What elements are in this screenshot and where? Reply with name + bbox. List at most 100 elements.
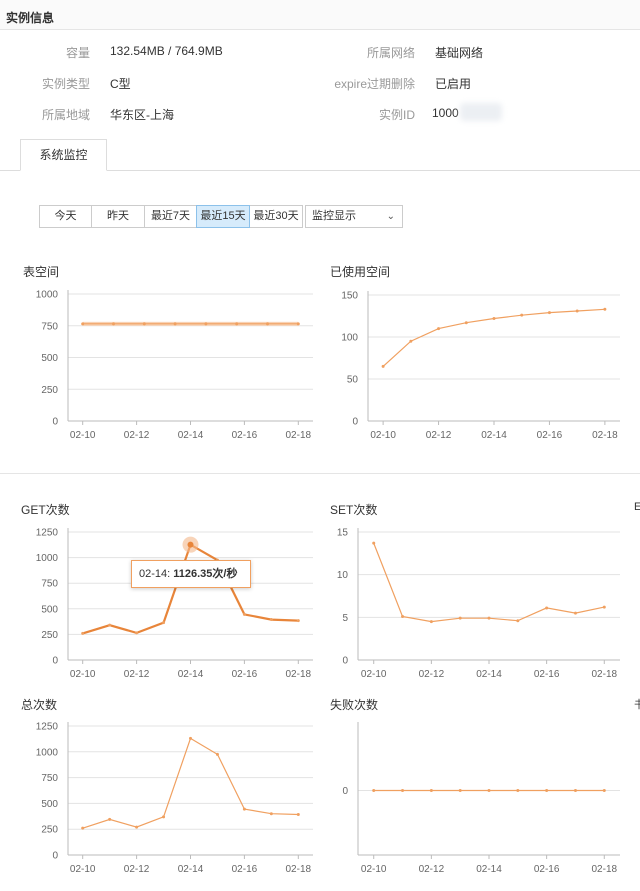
- y-tick-label: 50: [347, 375, 359, 386]
- x-tick-label: 02-18: [286, 864, 312, 875]
- data-point: [520, 313, 524, 317]
- data-point: [296, 322, 300, 326]
- set-count-chart: 0 5 10 15 02-10 02-12 02-14 02-16 02-18: [337, 528, 620, 680]
- x-tick-label: 02-10: [361, 669, 387, 680]
- x-tick-label: 02-12: [124, 669, 150, 680]
- fail-count-chart: 0 02-10 02-12 02-14 02-16 02-18: [342, 722, 620, 875]
- data-point: [108, 817, 112, 821]
- range-30days-button[interactable]: 最近30天: [249, 205, 303, 228]
- monitor-display-select[interactable]: 监控显示 ⌄: [305, 205, 403, 228]
- region-label: 所属地域: [41, 108, 90, 122]
- data-point: [269, 812, 273, 816]
- data-point: [492, 317, 496, 321]
- range-today-button[interactable]: 今天: [39, 205, 92, 228]
- network-value: 基础网络: [435, 46, 484, 60]
- data-point: [135, 631, 139, 635]
- y-tick-label: 0: [52, 417, 58, 428]
- y-tick-label: 0: [342, 786, 348, 797]
- y-tick-label: 15: [337, 528, 349, 539]
- y-tick-label: 1250: [36, 722, 59, 733]
- x-tick-label: 02-18: [286, 669, 312, 680]
- data-point: [603, 307, 607, 311]
- y-tick-label: 1000: [36, 747, 59, 758]
- y-tick-label: 750: [41, 579, 58, 590]
- chart-title-total-count: 总次数: [21, 698, 58, 712]
- x-tick-label: 02-16: [537, 430, 563, 441]
- data-point: [437, 327, 441, 331]
- x-tick-label: 02-16: [232, 669, 258, 680]
- data-point: [108, 623, 112, 627]
- data-point: [602, 789, 606, 792]
- x-tick-label: 02-12: [426, 430, 452, 441]
- y-tick-label: 0: [342, 656, 348, 667]
- data-point: [266, 322, 269, 326]
- x-tick-label: 02-18: [591, 864, 617, 875]
- section-divider: [0, 473, 640, 474]
- x-tick-label: 02-14: [476, 669, 502, 680]
- data-point: [81, 826, 85, 830]
- tab-system-monitor[interactable]: 系统监控: [20, 139, 107, 171]
- series-line: [373, 542, 605, 623]
- y-tick-label: 0: [52, 851, 58, 862]
- chart-title-table-space: 表空间: [23, 265, 60, 279]
- data-point: [458, 789, 462, 792]
- data-point: [429, 789, 433, 792]
- data-point: [204, 322, 208, 326]
- data-point: [296, 813, 300, 817]
- capacity-label: 容量: [65, 46, 90, 60]
- data-point: [487, 789, 491, 792]
- range-15days-button[interactable]: 最近15天: [196, 205, 250, 228]
- chart-title-get-count: GET次数: [21, 503, 70, 517]
- data-point: [573, 611, 577, 615]
- x-tick-label: 02-18: [591, 669, 617, 680]
- range-button-group: 今天 昨天 最近7天 最近15天 最近30天: [39, 205, 303, 228]
- data-point: [401, 789, 405, 792]
- x-tick-label: 02-14: [476, 864, 502, 875]
- x-tick-label: 02-12: [419, 669, 445, 680]
- y-tick-label: 500: [41, 799, 58, 810]
- data-point: [189, 736, 192, 740]
- data-point: [602, 605, 606, 609]
- section-header: 实例信息: [0, 0, 640, 30]
- clipped-chart-title-edge-2: 书: [634, 699, 640, 711]
- x-tick-label: 02-18: [286, 430, 312, 441]
- data-point: [372, 541, 376, 545]
- y-tick-label: 250: [41, 825, 58, 836]
- tooltip-value: 1126.35次/秒: [173, 568, 238, 580]
- x-tick-label: 02-10: [70, 669, 96, 680]
- clipped-chart-title-edge: E: [634, 501, 640, 513]
- range-yesterday-button[interactable]: 昨天: [91, 205, 145, 228]
- y-tick-label: 750: [41, 321, 58, 332]
- expire-label: expire过期删除: [334, 77, 415, 91]
- data-point: [401, 614, 405, 618]
- chart-title-used-space: 已使用空间: [330, 265, 391, 279]
- y-tick-label: 1000: [36, 553, 59, 564]
- data-point: [81, 322, 85, 326]
- y-tick-label: 1000: [36, 290, 59, 301]
- data-point: [296, 619, 300, 623]
- x-tick-label: 02-16: [534, 669, 560, 680]
- y-tick-label: 500: [41, 604, 58, 615]
- expire-value: 已启用: [435, 77, 472, 91]
- y-tick-label: 5: [342, 613, 348, 624]
- data-point: [372, 789, 376, 792]
- y-tick-label: 500: [41, 353, 58, 364]
- data-point: [215, 752, 219, 756]
- data-point: [112, 322, 115, 326]
- instance-type-value: C型: [110, 77, 131, 91]
- x-tick-label: 02-12: [419, 864, 445, 875]
- data-point: [162, 621, 166, 625]
- data-point: [142, 322, 146, 326]
- x-tick-label: 02-14: [481, 430, 507, 441]
- data-point: [464, 321, 468, 325]
- x-tick-label: 02-10: [370, 430, 396, 441]
- range-7days-button[interactable]: 最近7天: [144, 205, 197, 228]
- y-tick-label: 750: [41, 773, 58, 784]
- data-point: [458, 616, 462, 620]
- data-point: [162, 815, 166, 819]
- x-tick-label: 02-16: [232, 864, 258, 875]
- instance-id-value: 1000: [432, 106, 459, 120]
- chevron-down-icon: ⌄: [386, 211, 395, 222]
- x-tick-label: 02-10: [70, 864, 96, 875]
- x-tick-label: 02-12: [124, 430, 150, 441]
